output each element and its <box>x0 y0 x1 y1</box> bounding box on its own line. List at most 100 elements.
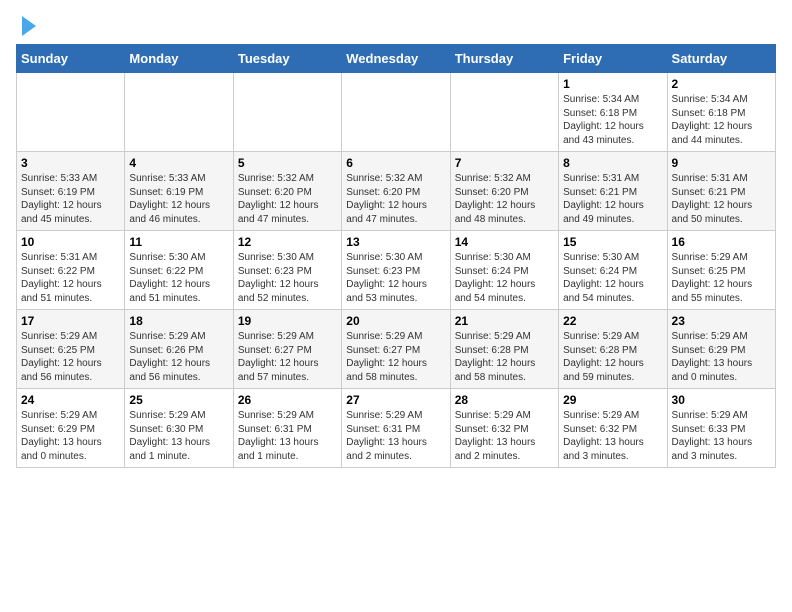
day-number: 21 <box>455 314 554 328</box>
calendar-cell: 23 Sunrise: 5:29 AMSunset: 6:29 PMDayligh… <box>667 310 775 389</box>
calendar-week-row: 17 Sunrise: 5:29 AMSunset: 6:25 PMDayligh… <box>17 310 776 389</box>
day-info: Sunrise: 5:31 AMSunset: 6:21 PMDaylight:… <box>563 172 662 226</box>
calendar-cell: 24 Sunrise: 5:29 AMSunset: 6:29 PMDayligh… <box>17 389 125 468</box>
day-number: 12 <box>238 235 337 249</box>
calendar-week-row: 24 Sunrise: 5:29 AMSunset: 6:29 PMDayligh… <box>17 389 776 468</box>
calendar-cell: 12 Sunrise: 5:30 AMSunset: 6:23 PMDayligh… <box>233 231 341 310</box>
day-number: 15 <box>563 235 662 249</box>
page-header <box>16 16 776 36</box>
calendar-cell: 15 Sunrise: 5:30 AMSunset: 6:24 PMDayligh… <box>559 231 667 310</box>
day-number: 16 <box>672 235 771 249</box>
day-number: 22 <box>563 314 662 328</box>
day-info: Sunrise: 5:29 AMSunset: 6:28 PMDaylight:… <box>563 330 662 384</box>
day-number: 14 <box>455 235 554 249</box>
day-number: 1 <box>563 77 662 91</box>
calendar-header-friday: Friday <box>559 45 667 73</box>
day-info: Sunrise: 5:34 AMSunset: 6:18 PMDaylight:… <box>672 93 771 147</box>
calendar-cell: 4Sunrise: 5:33 AMSunset: 6:19 PMDaylight… <box>125 152 233 231</box>
calendar-week-row: 1 Sunrise: 5:34 AMSunset: 6:18 PMDaylight… <box>17 73 776 152</box>
day-number: 19 <box>238 314 337 328</box>
calendar-cell: 28 Sunrise: 5:29 AMSunset: 6:32 PMDayligh… <box>450 389 558 468</box>
day-info: Sunrise: 5:32 AMSunset: 6:20 PMDaylight:… <box>346 172 445 226</box>
calendar-cell: 29 Sunrise: 5:29 AMSunset: 6:32 PMDayligh… <box>559 389 667 468</box>
day-number: 7 <box>455 156 554 170</box>
day-info: Sunrise: 5:31 AMSunset: 6:21 PMDaylight:… <box>672 172 771 226</box>
day-number: 6 <box>346 156 445 170</box>
logo <box>16 16 36 36</box>
calendar-cell: 9 Sunrise: 5:31 AMSunset: 6:21 PMDaylight… <box>667 152 775 231</box>
calendar-cell: 2 Sunrise: 5:34 AMSunset: 6:18 PMDaylight… <box>667 73 775 152</box>
calendar-header-thursday: Thursday <box>450 45 558 73</box>
day-info: Sunrise: 5:32 AMSunset: 6:20 PMDaylight:… <box>238 172 337 226</box>
day-info: Sunrise: 5:30 AMSunset: 6:23 PMDaylight:… <box>346 251 445 305</box>
day-info: Sunrise: 5:30 AMSunset: 6:23 PMDaylight:… <box>238 251 337 305</box>
day-info: Sunrise: 5:31 AMSunset: 6:22 PMDaylight:… <box>21 251 120 305</box>
day-info: Sunrise: 5:29 AMSunset: 6:31 PMDaylight:… <box>238 409 337 463</box>
day-info: Sunrise: 5:29 AMSunset: 6:31 PMDaylight:… <box>346 409 445 463</box>
day-info: Sunrise: 5:29 AMSunset: 6:26 PMDaylight:… <box>129 330 228 384</box>
day-number: 17 <box>21 314 120 328</box>
calendar-week-row: 10 Sunrise: 5:31 AMSunset: 6:22 PMDayligh… <box>17 231 776 310</box>
day-info: Sunrise: 5:33 AMSunset: 6:19 PMDaylight:… <box>21 172 120 226</box>
day-info: Sunrise: 5:30 AMSunset: 6:24 PMDaylight:… <box>455 251 554 305</box>
day-info: Sunrise: 5:29 AMSunset: 6:25 PMDaylight:… <box>21 330 120 384</box>
calendar-cell: 26 Sunrise: 5:29 AMSunset: 6:31 PMDayligh… <box>233 389 341 468</box>
calendar-cell <box>17 73 125 152</box>
calendar-cell: 7 Sunrise: 5:32 AMSunset: 6:20 PMDaylight… <box>450 152 558 231</box>
calendar-header-saturday: Saturday <box>667 45 775 73</box>
logo-arrow-icon <box>22 16 36 36</box>
calendar-cell: 3Sunrise: 5:33 AMSunset: 6:19 PMDaylight… <box>17 152 125 231</box>
calendar-cell <box>233 73 341 152</box>
day-info: Sunrise: 5:29 AMSunset: 6:32 PMDaylight:… <box>563 409 662 463</box>
calendar-cell: 6 Sunrise: 5:32 AMSunset: 6:20 PMDaylight… <box>342 152 450 231</box>
calendar-cell <box>125 73 233 152</box>
day-info: Sunrise: 5:34 AMSunset: 6:18 PMDaylight:… <box>563 93 662 147</box>
calendar-cell <box>450 73 558 152</box>
day-number: 4 <box>129 156 228 170</box>
day-info: Sunrise: 5:32 AMSunset: 6:20 PMDaylight:… <box>455 172 554 226</box>
calendar-cell: 25Sunrise: 5:29 AMSunset: 6:30 PMDayligh… <box>125 389 233 468</box>
calendar-cell: 11 Sunrise: 5:30 AMSunset: 6:22 PMDayligh… <box>125 231 233 310</box>
day-number: 9 <box>672 156 771 170</box>
day-info: Sunrise: 5:30 AMSunset: 6:22 PMDaylight:… <box>129 251 228 305</box>
day-number: 23 <box>672 314 771 328</box>
calendar-cell: 22 Sunrise: 5:29 AMSunset: 6:28 PMDayligh… <box>559 310 667 389</box>
calendar-cell: 21 Sunrise: 5:29 AMSunset: 6:28 PMDayligh… <box>450 310 558 389</box>
calendar-week-row: 3Sunrise: 5:33 AMSunset: 6:19 PMDaylight… <box>17 152 776 231</box>
day-number: 11 <box>129 235 228 249</box>
calendar-cell <box>342 73 450 152</box>
calendar-cell: 19Sunrise: 5:29 AMSunset: 6:27 PMDayligh… <box>233 310 341 389</box>
day-info: Sunrise: 5:29 AMSunset: 6:27 PMDaylight:… <box>346 330 445 384</box>
day-number: 8 <box>563 156 662 170</box>
day-number: 28 <box>455 393 554 407</box>
calendar-header-sunday: Sunday <box>17 45 125 73</box>
day-number: 20 <box>346 314 445 328</box>
calendar-header-wednesday: Wednesday <box>342 45 450 73</box>
calendar-header-monday: Monday <box>125 45 233 73</box>
day-info: Sunrise: 5:29 AMSunset: 6:32 PMDaylight:… <box>455 409 554 463</box>
calendar-cell: 14 Sunrise: 5:30 AMSunset: 6:24 PMDayligh… <box>450 231 558 310</box>
day-number: 25 <box>129 393 228 407</box>
calendar-cell: 1 Sunrise: 5:34 AMSunset: 6:18 PMDaylight… <box>559 73 667 152</box>
calendar-cell: 30Sunrise: 5:29 AMSunset: 6:33 PMDayligh… <box>667 389 775 468</box>
day-number: 18 <box>129 314 228 328</box>
calendar-table: SundayMondayTuesdayWednesdayThursdayFrid… <box>16 44 776 468</box>
day-info: Sunrise: 5:30 AMSunset: 6:24 PMDaylight:… <box>563 251 662 305</box>
calendar-cell: 13 Sunrise: 5:30 AMSunset: 6:23 PMDayligh… <box>342 231 450 310</box>
day-number: 29 <box>563 393 662 407</box>
calendar-cell: 8 Sunrise: 5:31 AMSunset: 6:21 PMDaylight… <box>559 152 667 231</box>
day-number: 10 <box>21 235 120 249</box>
day-number: 24 <box>21 393 120 407</box>
calendar-cell: 18 Sunrise: 5:29 AMSunset: 6:26 PMDayligh… <box>125 310 233 389</box>
day-number: 30 <box>672 393 771 407</box>
day-number: 2 <box>672 77 771 91</box>
calendar-cell: 10 Sunrise: 5:31 AMSunset: 6:22 PMDayligh… <box>17 231 125 310</box>
day-info: Sunrise: 5:29 AMSunset: 6:25 PMDaylight:… <box>672 251 771 305</box>
day-number: 13 <box>346 235 445 249</box>
day-info: Sunrise: 5:29 AMSunset: 6:29 PMDaylight:… <box>21 409 120 463</box>
day-info: Sunrise: 5:29 AMSunset: 6:28 PMDaylight:… <box>455 330 554 384</box>
calendar-cell: 16 Sunrise: 5:29 AMSunset: 6:25 PMDayligh… <box>667 231 775 310</box>
calendar-cell: 20 Sunrise: 5:29 AMSunset: 6:27 PMDayligh… <box>342 310 450 389</box>
day-number: 26 <box>238 393 337 407</box>
day-info: Sunrise: 5:29 AMSunset: 6:29 PMDaylight:… <box>672 330 771 384</box>
